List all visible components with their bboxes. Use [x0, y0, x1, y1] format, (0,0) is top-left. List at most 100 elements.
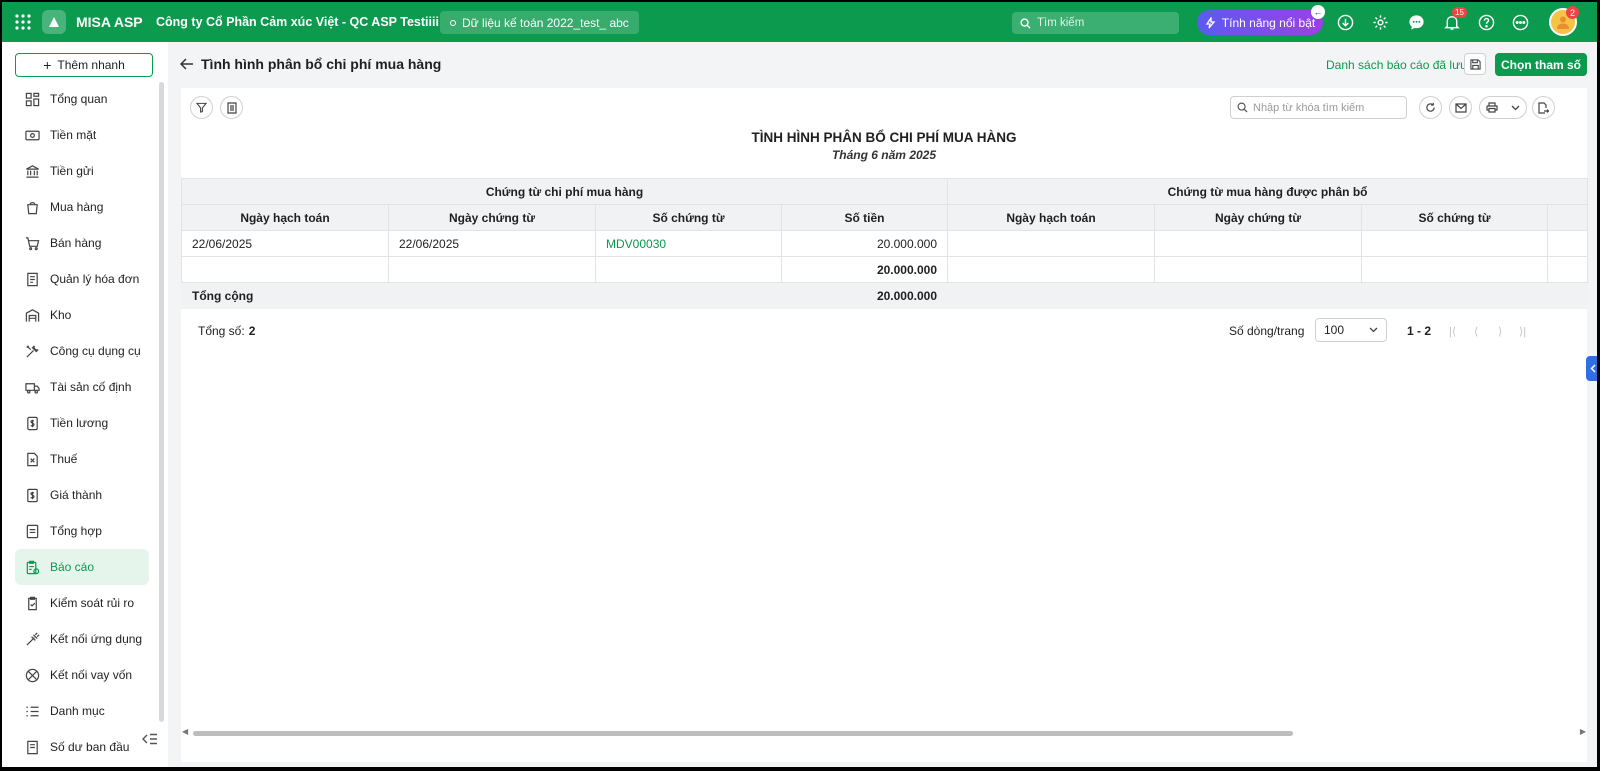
sidebar-item[interactable]: Số dư ban đầu: [15, 729, 149, 765]
misa-logo-icon: [42, 2, 67, 42]
sidebar-item[interactable]: Tiền mặt: [15, 117, 149, 153]
cash-icon: [25, 130, 40, 140]
dataset-selector[interactable]: Dữ liệu kế toán 2022_test_ abc: [440, 11, 639, 34]
sidebar-item-label: Giá thành: [50, 488, 103, 502]
side-panel-toggle[interactable]: [1586, 356, 1597, 381]
chat-icon[interactable]: [1406, 2, 1426, 42]
sidebar-item[interactable]: Mua hàng: [15, 189, 149, 225]
table-cell: [1154, 230, 1362, 257]
sidebar-item-label: Báo cáo: [50, 560, 95, 574]
chevron-down-icon: [1511, 105, 1520, 110]
sidebar-item-label: Kết nối ứng dụng: [50, 632, 143, 646]
rows-per-page-value: 100: [1324, 323, 1345, 337]
sidebar-scrollbar[interactable]: [159, 82, 164, 722]
table-cell: 20.000.000: [781, 230, 948, 257]
sidebar-item[interactable]: Tổng quan: [15, 81, 149, 117]
filter-icon: [196, 102, 207, 113]
column-header[interactable]: Ngày chứng từ: [1154, 204, 1362, 231]
user-avatar[interactable]: 2: [1549, 6, 1579, 36]
document-view-button[interactable]: [220, 96, 243, 119]
sidebar-item-label: Kho: [50, 308, 72, 322]
quick-add-button[interactable]: + Thêm nhanh: [15, 53, 153, 77]
page-header: Tình hình phân bổ chi phí mua hàng Danh …: [174, 42, 1597, 88]
sidebar-item[interactable]: Tiền gửi: [15, 153, 149, 189]
sidebar: + Thêm nhanh Tổng quan Tiền mặt Tiền gửi Mu…: [2, 42, 168, 767]
print-dropdown[interactable]: [1479, 96, 1527, 119]
sidebar-item[interactable]: Quản lý hóa đơn: [15, 261, 149, 297]
sidebar-nav: Tổng quan Tiền mặt Tiền gửi Mua hàng Bán hàn…: [15, 81, 149, 765]
filter-button[interactable]: [190, 96, 213, 119]
choose-params-button[interactable]: Chọn tham số: [1495, 53, 1587, 76]
report-icon: [26, 560, 40, 574]
refresh-icon: [1426, 102, 1435, 112]
bank-icon: [26, 164, 39, 178]
last-page-icon[interactable]: ⟩|: [1519, 318, 1526, 344]
help-icon[interactable]: [1476, 2, 1496, 42]
table-row[interactable]: 22/06/2025 22/06/2025 MDV00030 20.000.00…: [181, 230, 1589, 257]
table-cell: [947, 230, 1155, 257]
scrollbar-thumb[interactable]: [193, 731, 1293, 736]
export-button[interactable]: [1532, 96, 1555, 119]
sidebar-item[interactable]: Tiền lương: [15, 405, 149, 441]
report-card: Nhập từ khóa tìm kiếm TÌNH HÌNH PHÂN BỔ …: [181, 88, 1589, 762]
global-search[interactable]: Tìm kiếm: [1012, 12, 1179, 34]
sidebar-item[interactable]: Giá thành: [15, 477, 149, 513]
column-header[interactable]: Ngày chứng từ: [388, 204, 596, 231]
email-button[interactable]: [1449, 96, 1472, 119]
mail-icon: [1454, 102, 1467, 113]
save-report-button[interactable]: [1464, 53, 1486, 75]
rows-per-page-select[interactable]: 100: [1315, 318, 1387, 342]
tax-icon: [27, 452, 38, 466]
sidebar-item[interactable]: Kết nối ứng dụng: [15, 621, 149, 657]
company-name[interactable]: Công ty Cổ Phần Cảm xúc Việt - QC ASP Te…: [156, 2, 439, 42]
saved-reports-link[interactable]: Danh sách báo cáo đã lưu: [1326, 58, 1467, 72]
column-header[interactable]: Ngày hạch toán: [947, 204, 1155, 231]
sidebar-item[interactable]: Tổng hợp: [15, 513, 149, 549]
next-page-icon[interactable]: ⟩: [1498, 318, 1502, 344]
voucher-link[interactable]: MDV00030: [595, 230, 782, 257]
refresh-button[interactable]: [1419, 96, 1442, 119]
apps-grid-icon[interactable]: [14, 2, 32, 42]
notification-bell-icon[interactable]: 15: [1442, 2, 1467, 42]
column-header[interactable]: Số chứng từ: [1361, 204, 1548, 231]
table-row[interactable]: 20.000.000: [181, 256, 1589, 283]
sidebar-item[interactable]: Danh mục: [15, 693, 149, 729]
column-header[interactable]: Ngày hạch toán: [181, 204, 389, 231]
sidebar-item[interactable]: Công cụ dụng cụ: [15, 333, 149, 369]
cart-icon: [25, 236, 40, 250]
settings-gear-icon[interactable]: [1370, 2, 1390, 42]
horizontal-scrollbar[interactable]: ◀ ▶: [181, 727, 1587, 737]
sidebar-item-label: Mua hàng: [50, 200, 104, 214]
back-arrow-icon[interactable]: [179, 58, 194, 73]
download-icon[interactable]: [1335, 2, 1355, 42]
tools-icon: [26, 344, 39, 358]
first-page-icon[interactable]: |⟨: [1449, 318, 1456, 344]
sidebar-item[interactable]: Thuế: [15, 441, 149, 477]
group-header-cost-vouchers: Chứng từ chi phí mua hàng: [181, 178, 948, 205]
sidebar-item[interactable]: Tài sản cố định: [15, 369, 149, 405]
sidebar-item[interactable]: Kho: [15, 297, 149, 333]
scroll-left-icon[interactable]: ◀: [182, 727, 188, 736]
sidebar-item[interactable]: Kiểm soát rủi ro: [15, 585, 149, 621]
table-cell: [1546, 230, 1589, 257]
sidebar-item-label: Tài sản cố định: [50, 380, 132, 394]
loan-icon: [25, 668, 40, 682]
sidebar-item[interactable]: Bán hàng: [15, 225, 149, 261]
scroll-right-icon[interactable]: ▶: [1580, 727, 1586, 736]
sidebar-item-label: Thuế: [50, 452, 78, 466]
keyword-search-input[interactable]: Nhập từ khóa tìm kiếm: [1230, 96, 1407, 119]
column-header[interactable]: Số tiền: [781, 204, 948, 231]
sidebar-item[interactable]: Báo cáo: [15, 549, 149, 585]
sidebar-item-label: Kiểm soát rủi ro: [50, 596, 135, 610]
page-range: 1 - 2: [1407, 324, 1432, 338]
arrow-left-icon: ←: [1311, 5, 1325, 19]
prev-page-icon[interactable]: ⟨: [1474, 318, 1478, 344]
table-cell: [1361, 256, 1548, 283]
sidebar-item[interactable]: Kết nối vay vốn: [15, 657, 149, 693]
column-header[interactable]: Số chứng từ: [595, 204, 782, 231]
featured-button[interactable]: Tính năng nổi bật ←: [1197, 5, 1325, 35]
collapse-sidebar-icon[interactable]: [135, 724, 165, 754]
more-options-icon[interactable]: [1510, 2, 1530, 42]
featured-label: Tính năng nổi bật: [1221, 15, 1316, 30]
table-cell: [1154, 256, 1362, 283]
